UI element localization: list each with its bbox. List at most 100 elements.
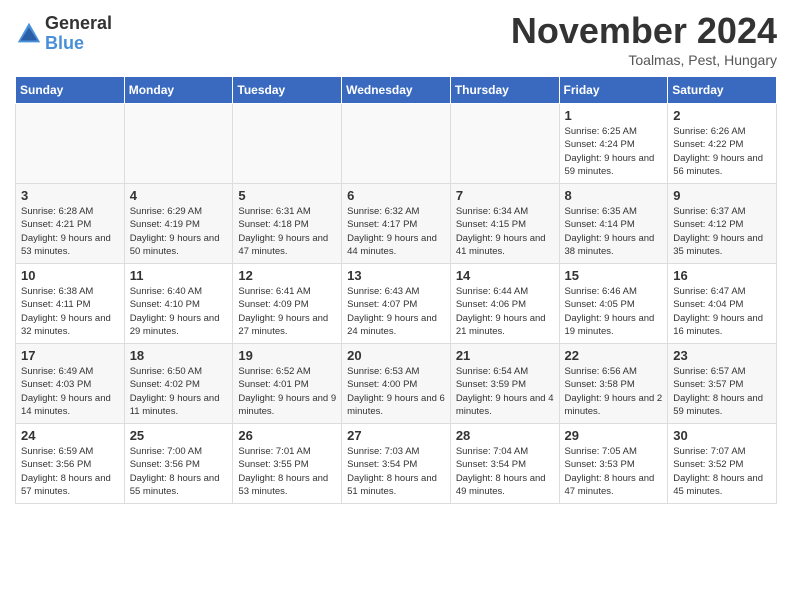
calendar-cell: 11 Sunrise: 6:40 AM Sunset: 4:10 PM Dayli… [124,264,233,344]
month-title: November 2024 [511,10,777,52]
col-header-thursday: Thursday [450,77,559,104]
calendar-cell: 22Sunrise: 6:56 AM Sunset: 3:58 PM Dayli… [559,344,668,424]
calendar-cell: 2Sunrise: 6:26 AM Sunset: 4:22 PM Daylig… [668,104,777,184]
day-number: 19 [238,348,336,363]
calendar-cell [16,104,125,184]
day-info: Sunrise: 6:40 AM Sunset: 4:10 PM Dayligh… [130,285,228,338]
calendar-cell: 17 Sunrise: 6:49 AM Sunset: 4:03 PM Dayli… [16,344,125,424]
calendar-cell: 5 Sunrise: 6:31 AM Sunset: 4:18 PM Daylig… [233,184,342,264]
day-number: 14 [456,268,554,283]
calendar-cell: 25 Sunrise: 7:00 AM Sunset: 3:56 PM Dayli… [124,424,233,504]
logo-icon [15,20,43,48]
day-info: Sunrise: 7:01 AM Sunset: 3:55 PM Dayligh… [238,445,336,498]
day-info: Sunrise: 6:32 AM Sunset: 4:17 PM Dayligh… [347,205,445,258]
calendar-cell: 1 Sunrise: 6:25 AM Sunset: 4:24 PM Daylig… [559,104,668,184]
week-row-3: 10 Sunrise: 6:38 AM Sunset: 4:11 PM Dayli… [16,264,777,344]
day-number: 10 [21,268,119,283]
week-row-5: 24Sunrise: 6:59 AM Sunset: 3:56 PM Dayli… [16,424,777,504]
day-info: Sunrise: 6:57 AM Sunset: 3:57 PM Dayligh… [673,365,771,418]
day-info: Sunrise: 7:03 AM Sunset: 3:54 PM Dayligh… [347,445,445,498]
day-number: 7 [456,188,554,203]
day-number: 16 [673,268,771,283]
logo-blue: Blue [45,34,112,54]
week-row-1: 1 Sunrise: 6:25 AM Sunset: 4:24 PM Daylig… [16,104,777,184]
day-info: Sunrise: 6:26 AM Sunset: 4:22 PM Dayligh… [673,125,771,178]
calendar-cell: 3 Sunrise: 6:28 AM Sunset: 4:21 PM Daylig… [16,184,125,264]
day-number: 18 [130,348,228,363]
day-number: 27 [347,428,445,443]
col-header-sunday: Sunday [16,77,125,104]
day-info: Sunrise: 6:43 AM Sunset: 4:07 PM Dayligh… [347,285,445,338]
day-number: 28 [456,428,554,443]
calendar-cell [450,104,559,184]
calendar-cell: 20 Sunrise: 6:53 AM Sunset: 4:00 PM Dayli… [342,344,451,424]
day-info: Sunrise: 6:37 AM Sunset: 4:12 PM Dayligh… [673,205,771,258]
day-number: 17 [21,348,119,363]
logo-text: General Blue [45,14,112,54]
location: Toalmas, Pest, Hungary [511,52,777,68]
calendar-cell: 29Sunrise: 7:05 AM Sunset: 3:53 PM Dayli… [559,424,668,504]
day-info: Sunrise: 6:29 AM Sunset: 4:19 PM Dayligh… [130,205,228,258]
calendar-cell: 23 Sunrise: 6:57 AM Sunset: 3:57 PM Dayli… [668,344,777,424]
week-row-4: 17 Sunrise: 6:49 AM Sunset: 4:03 PM Dayli… [16,344,777,424]
day-number: 25 [130,428,228,443]
day-number: 8 [565,188,663,203]
calendar-cell [233,104,342,184]
day-number: 1 [565,108,663,123]
col-header-friday: Friday [559,77,668,104]
calendar-cell: 28Sunrise: 7:04 AM Sunset: 3:54 PM Dayli… [450,424,559,504]
day-number: 20 [347,348,445,363]
col-header-tuesday: Tuesday [233,77,342,104]
day-number: 30 [673,428,771,443]
header-row: SundayMondayTuesdayWednesdayThursdayFrid… [16,77,777,104]
day-info: Sunrise: 6:41 AM Sunset: 4:09 PM Dayligh… [238,285,336,338]
calendar-cell [124,104,233,184]
day-info: Sunrise: 6:35 AM Sunset: 4:14 PM Dayligh… [565,205,663,258]
calendar-cell: 12 Sunrise: 6:41 AM Sunset: 4:09 PM Dayli… [233,264,342,344]
day-info: Sunrise: 6:46 AM Sunset: 4:05 PM Dayligh… [565,285,663,338]
day-number: 3 [21,188,119,203]
day-number: 11 [130,268,228,283]
calendar-cell: 13 Sunrise: 6:43 AM Sunset: 4:07 PM Dayli… [342,264,451,344]
calendar-cell: 24Sunrise: 6:59 AM Sunset: 3:56 PM Dayli… [16,424,125,504]
day-info: Sunrise: 6:53 AM Sunset: 4:00 PM Dayligh… [347,365,445,418]
day-info: Sunrise: 6:31 AM Sunset: 4:18 PM Dayligh… [238,205,336,258]
day-info: Sunrise: 6:25 AM Sunset: 4:24 PM Dayligh… [565,125,663,178]
calendar-cell: 15 Sunrise: 6:46 AM Sunset: 4:05 PM Dayli… [559,264,668,344]
calendar-cell: 18Sunrise: 6:50 AM Sunset: 4:02 PM Dayli… [124,344,233,424]
calendar-cell: 14Sunrise: 6:44 AM Sunset: 4:06 PM Dayli… [450,264,559,344]
calendar-cell: 26 Sunrise: 7:01 AM Sunset: 3:55 PM Dayli… [233,424,342,504]
day-number: 21 [456,348,554,363]
title-block: November 2024 Toalmas, Pest, Hungary [511,10,777,68]
col-header-monday: Monday [124,77,233,104]
day-info: Sunrise: 6:38 AM Sunset: 4:11 PM Dayligh… [21,285,119,338]
day-number: 22 [565,348,663,363]
day-info: Sunrise: 6:47 AM Sunset: 4:04 PM Dayligh… [673,285,771,338]
week-row-2: 3 Sunrise: 6:28 AM Sunset: 4:21 PM Daylig… [16,184,777,264]
calendar-cell: 8 Sunrise: 6:35 AM Sunset: 4:14 PM Daylig… [559,184,668,264]
day-number: 23 [673,348,771,363]
day-number: 26 [238,428,336,443]
day-info: Sunrise: 6:49 AM Sunset: 4:03 PM Dayligh… [21,365,119,418]
logo: General Blue [15,14,112,54]
calendar-cell: 30 Sunrise: 7:07 AM Sunset: 3:52 PM Dayli… [668,424,777,504]
day-number: 12 [238,268,336,283]
page-header: General Blue November 2024 Toalmas, Pest… [15,10,777,68]
calendar-cell: 6 Sunrise: 6:32 AM Sunset: 4:17 PM Daylig… [342,184,451,264]
calendar-cell: 10 Sunrise: 6:38 AM Sunset: 4:11 PM Dayli… [16,264,125,344]
day-number: 6 [347,188,445,203]
calendar-cell: 19Sunrise: 6:52 AM Sunset: 4:01 PM Dayli… [233,344,342,424]
calendar-cell [342,104,451,184]
day-number: 24 [21,428,119,443]
day-number: 13 [347,268,445,283]
day-info: Sunrise: 7:00 AM Sunset: 3:56 PM Dayligh… [130,445,228,498]
day-info: Sunrise: 7:05 AM Sunset: 3:53 PM Dayligh… [565,445,663,498]
day-info: Sunrise: 7:07 AM Sunset: 3:52 PM Dayligh… [673,445,771,498]
calendar-cell: 21Sunrise: 6:54 AM Sunset: 3:59 PM Dayli… [450,344,559,424]
day-number: 5 [238,188,336,203]
day-number: 9 [673,188,771,203]
day-number: 15 [565,268,663,283]
logo-general: General [45,14,112,34]
calendar-table: SundayMondayTuesdayWednesdayThursdayFrid… [15,76,777,504]
day-info: Sunrise: 6:28 AM Sunset: 4:21 PM Dayligh… [21,205,119,258]
